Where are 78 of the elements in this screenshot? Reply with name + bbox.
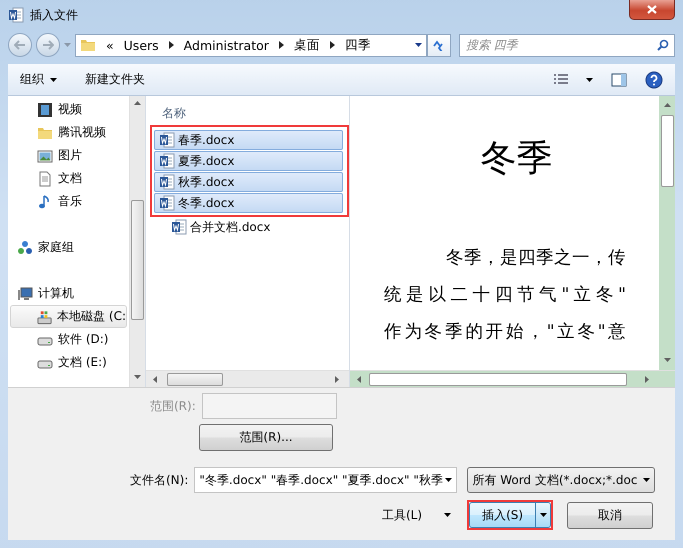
refresh-button[interactable] (427, 34, 451, 56)
column-header[interactable]: 名称 (158, 101, 349, 125)
word-app-icon (8, 7, 24, 23)
folder-icon (80, 37, 96, 53)
word-document-icon (159, 174, 175, 190)
help-icon[interactable] (645, 70, 663, 88)
scroll-thumb[interactable] (167, 372, 223, 386)
scrollbar[interactable] (129, 96, 145, 387)
file-name-label: 文件名(N): (130, 472, 188, 488)
window-title: 插入文件 (30, 6, 78, 24)
sidebar-item[interactable]: 音乐 (10, 190, 127, 213)
preview-pane-icon[interactable] (611, 72, 627, 86)
back-arrow-icon (14, 40, 26, 50)
file-name-field[interactable]: "冬季.docx" "春季.docx" "夏季.docx" "秋季 (194, 467, 458, 493)
search-icon (657, 38, 669, 50)
forward-arrow-icon (42, 40, 54, 50)
insert-button[interactable]: 插入(S) (469, 502, 536, 528)
file-type-dropdown[interactable]: 所有 Word 文档(*.docx;*.doc (467, 467, 656, 493)
sidebar-item[interactable]: 视频 (10, 98, 127, 121)
document-title: 冬季 (480, 137, 552, 181)
sidebar-item[interactable]: 计算机 (10, 282, 127, 305)
document-text-line: 冬季，是四季之一，传 (445, 247, 626, 267)
chevron-icon[interactable] (168, 41, 174, 49)
sidebar-item[interactable]: 文档 (E:) (10, 351, 127, 374)
breadcrumb[interactable]: 桌面 (294, 36, 320, 54)
document-text-line: 统是以二十四节气"立冬" (384, 284, 626, 304)
sidebar-item[interactable]: 腾讯视频 (10, 121, 127, 144)
caret-icon (50, 78, 57, 82)
search-field[interactable]: 搜索 四季 (459, 34, 675, 56)
scroll-thumb[interactable] (369, 372, 627, 386)
dropdown-caret-icon[interactable] (415, 43, 422, 47)
file-row[interactable]: 夏季.docx (154, 151, 343, 171)
homegroup-icon (17, 240, 33, 256)
document-text-line: 作为冬季的开始，"立冬"意 (384, 321, 626, 341)
file-row[interactable]: 秋季.docx (154, 172, 343, 192)
word-document-icon (159, 195, 175, 211)
chevron-icon[interactable] (330, 41, 335, 49)
file-row[interactable]: 春季.docx (154, 130, 343, 150)
close-button[interactable] (629, 0, 675, 20)
sidebar-item[interactable]: 家庭组 (10, 236, 127, 259)
new-folder-button[interactable]: 新建文件夹 (85, 71, 145, 88)
sidebar-item[interactable]: 本地磁盘 (C: (10, 305, 127, 328)
view-caret-icon[interactable] (586, 78, 593, 82)
caret-icon (643, 478, 650, 482)
organize-menu[interactable]: 组织 (20, 71, 57, 88)
file-row[interactable]: 冬季.docx (154, 193, 343, 213)
sidebar-item[interactable]: 图片 (10, 144, 127, 167)
sidebar-item[interactable]: 文档 (10, 167, 127, 190)
breadcrumb[interactable]: Administrator (184, 38, 269, 52)
scrollbar[interactable] (146, 370, 349, 387)
range-label: 范围(R): (150, 398, 196, 414)
address-bar[interactable]: « Users Administrator 桌面 四季 (75, 34, 427, 56)
caret-icon (540, 513, 547, 517)
range-field[interactable] (202, 393, 337, 419)
close-icon (647, 5, 657, 14)
scroll-thumb[interactable] (131, 200, 144, 320)
cancel-button[interactable]: 取消 (567, 502, 654, 528)
picture-icon (37, 148, 53, 164)
word-document-icon (171, 219, 187, 235)
tools-menu[interactable]: 工具(L) (382, 506, 452, 524)
caret-icon (444, 513, 452, 517)
scrollbar[interactable] (350, 370, 675, 387)
film-icon (37, 102, 53, 118)
computer-icon (17, 286, 33, 302)
insert-options-button[interactable] (535, 502, 552, 528)
file-row[interactable]: 合并文档.docx (166, 217, 349, 237)
chevron-icon[interactable] (278, 41, 284, 49)
view-options-icon[interactable] (554, 74, 568, 86)
document-icon (37, 170, 53, 186)
sidebar-item[interactable]: 软件 (D:) (10, 328, 127, 351)
breadcrumb[interactable]: Users (124, 38, 159, 52)
breadcrumb[interactable]: 四季 (344, 36, 371, 54)
system-drive-icon (37, 308, 52, 324)
scroll-thumb[interactable] (660, 115, 674, 187)
breadcrumb-overflow[interactable]: « (106, 38, 114, 52)
word-document-icon (159, 153, 175, 169)
word-document-icon (159, 132, 175, 148)
dropdown-caret-icon[interactable] (445, 478, 452, 482)
